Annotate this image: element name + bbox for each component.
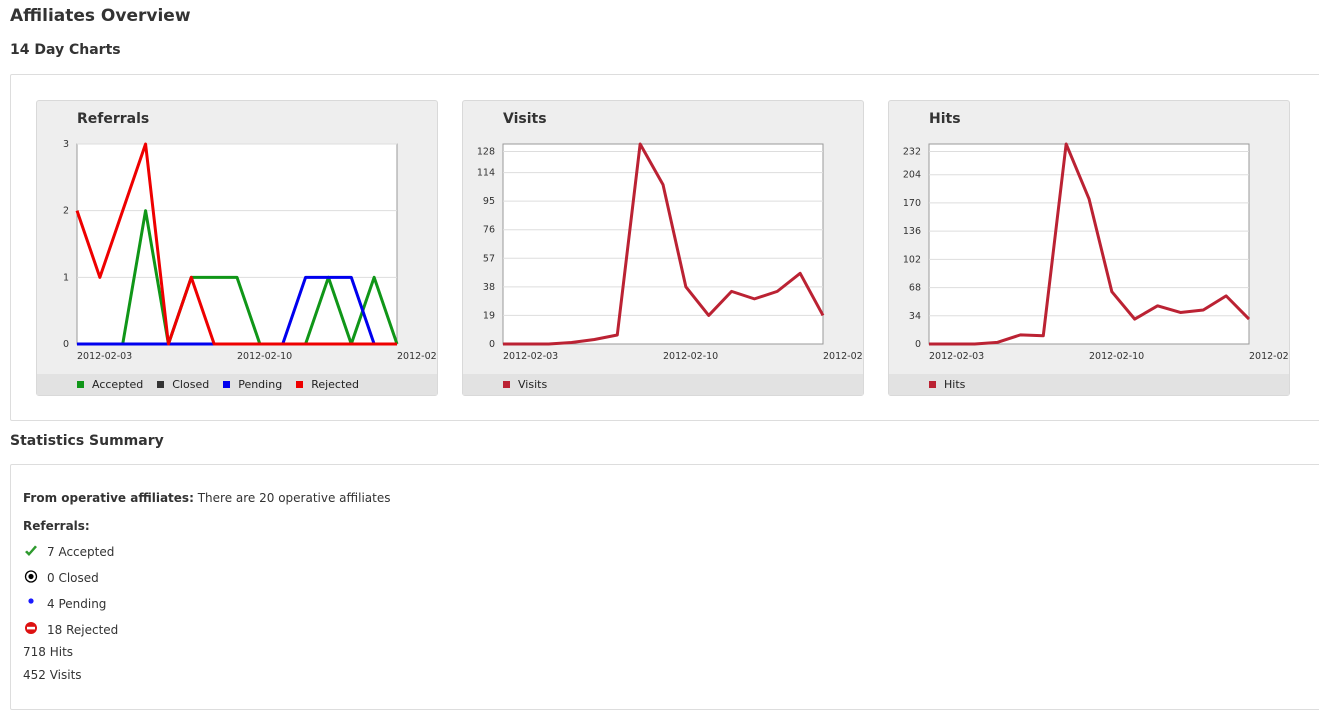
legend-item: Closed	[157, 378, 209, 391]
y-tick-label: 114	[477, 168, 495, 179]
y-tick-label: 68	[909, 283, 921, 294]
legend-item: Visits	[503, 378, 547, 391]
y-tick-label: 0	[489, 339, 495, 350]
legend-item: Accepted	[77, 378, 143, 391]
stat-pending: 4 Pending	[23, 596, 106, 612]
stat-accepted-text: 7 Accepted	[47, 545, 115, 559]
y-tick-label: 76	[483, 225, 495, 236]
y-tick-label: 0	[63, 339, 69, 350]
stat-accepted: 7 Accepted	[23, 544, 114, 560]
chart-legend: Visits	[463, 374, 863, 395]
y-tick-label: 128	[477, 147, 495, 158]
legend-label: Rejected	[311, 378, 360, 391]
chart-legend: Accepted Closed Pending Rejected	[37, 374, 437, 395]
x-tick-label: 2012-02-03	[503, 351, 558, 362]
plot-area	[502, 143, 824, 345]
legend-swatch	[503, 381, 510, 388]
legend-swatch	[157, 381, 165, 388]
hits-chart-plot: 0 34 68 102 136 170 204 232 2012-02-03 2012-02-10…	[903, 142, 1289, 362]
x-tick-label: 2012-02-03	[77, 351, 132, 362]
hits-chart: Hits 0 34 68 102 136 170 204 232 2012-02-03 2012-…	[888, 100, 1290, 396]
stat-pending-text: 4 Pending	[47, 597, 107, 611]
x-tick-label: 2012-02-03	[929, 351, 984, 362]
summary-panel: From operative affiliates: There are 20 …	[10, 464, 1319, 710]
y-tick-label: 232	[903, 146, 921, 157]
operative-label: From operative affiliates:	[23, 491, 194, 505]
stat-rejected-text: 18 Rejected	[47, 623, 119, 637]
y-tick-label: 38	[483, 282, 495, 293]
hits-summary: 718 Hits	[23, 645, 74, 659]
stat-rejected: 18 Rejected	[23, 622, 118, 638]
x-tick-label: 2012-02-17	[823, 351, 863, 362]
y-tick-label: 204	[903, 170, 921, 181]
x-tick-label: 2012-02-10	[1089, 351, 1144, 362]
referrals-chart: Referrals 0 1 2 3 2012-02-03 2012-02-10 2012-0…	[36, 100, 438, 396]
summary-section-title: Statistics Summary	[10, 433, 164, 449]
y-tick-label: 1	[63, 272, 69, 283]
charts-section-title: 14 Day Charts	[10, 42, 121, 58]
y-tick-label: 95	[483, 196, 495, 207]
legend-label: Closed	[172, 378, 210, 391]
legend-item: Pending	[223, 378, 282, 391]
y-tick-label: 57	[483, 253, 495, 264]
x-tick-label: 2012-02-10	[663, 351, 718, 362]
referrals-chart-plot: 0 1 2 3 2012-02-03 2012-02-10 2012-02-17	[63, 139, 437, 362]
y-tick-label: 136	[903, 226, 921, 237]
chart-legend: Hits	[889, 374, 1289, 395]
page-title: Affiliates Overview	[10, 6, 191, 26]
y-tick-label: 102	[903, 254, 921, 265]
x-tick-label: 2012-02-17	[1249, 351, 1289, 362]
y-tick-label: 3	[63, 139, 69, 150]
y-tick-label: 19	[483, 310, 495, 321]
legend-swatch	[77, 381, 84, 388]
rejected-icon	[25, 622, 37, 634]
legend-label: Visits	[518, 378, 548, 391]
plot-area	[76, 143, 398, 345]
legend-item: Hits	[929, 378, 965, 391]
legend-swatch	[929, 381, 936, 388]
stat-closed-text: 0 Closed	[47, 571, 99, 585]
referrals-label: Referrals:	[23, 519, 90, 533]
legend-label: Pending	[238, 378, 283, 391]
legend-label: Hits	[944, 378, 966, 391]
visits-chart-plot: 0 19 38 57 76 95 114 128 2012-02-03 2012-02-10 201…	[477, 142, 863, 362]
x-tick-label: 2012-02-17	[397, 351, 437, 362]
stat-closed: 0 Closed	[23, 570, 99, 586]
closed-circle-icon	[24, 570, 38, 583]
operative-affiliates-line: From operative affiliates: There are 20 …	[23, 491, 390, 505]
y-tick-label: 34	[909, 311, 921, 322]
operative-text: There are 20 operative affiliates	[197, 491, 391, 505]
y-tick-label: 2	[63, 206, 69, 217]
visits-summary: 452 Visits	[23, 668, 82, 682]
legend-item: Rejected	[296, 378, 359, 391]
charts-panel: Referrals 0 1 2 3 2012-02-03 2012-02-10 2012-0…	[10, 74, 1319, 421]
pending-dot-icon	[28, 598, 34, 604]
legend-label: Accepted	[92, 378, 144, 391]
y-tick-label: 0	[915, 339, 921, 350]
visits-chart: Visits 0 19 38 57 76 95 114 128 2012-02-03 2012-0…	[462, 100, 864, 396]
legend-swatch	[223, 381, 231, 388]
y-tick-label: 170	[903, 198, 921, 209]
checkmark-icon	[25, 545, 37, 556]
x-tick-label: 2012-02-10	[237, 351, 292, 362]
legend-swatch	[296, 381, 304, 388]
plot-area	[928, 143, 1250, 345]
